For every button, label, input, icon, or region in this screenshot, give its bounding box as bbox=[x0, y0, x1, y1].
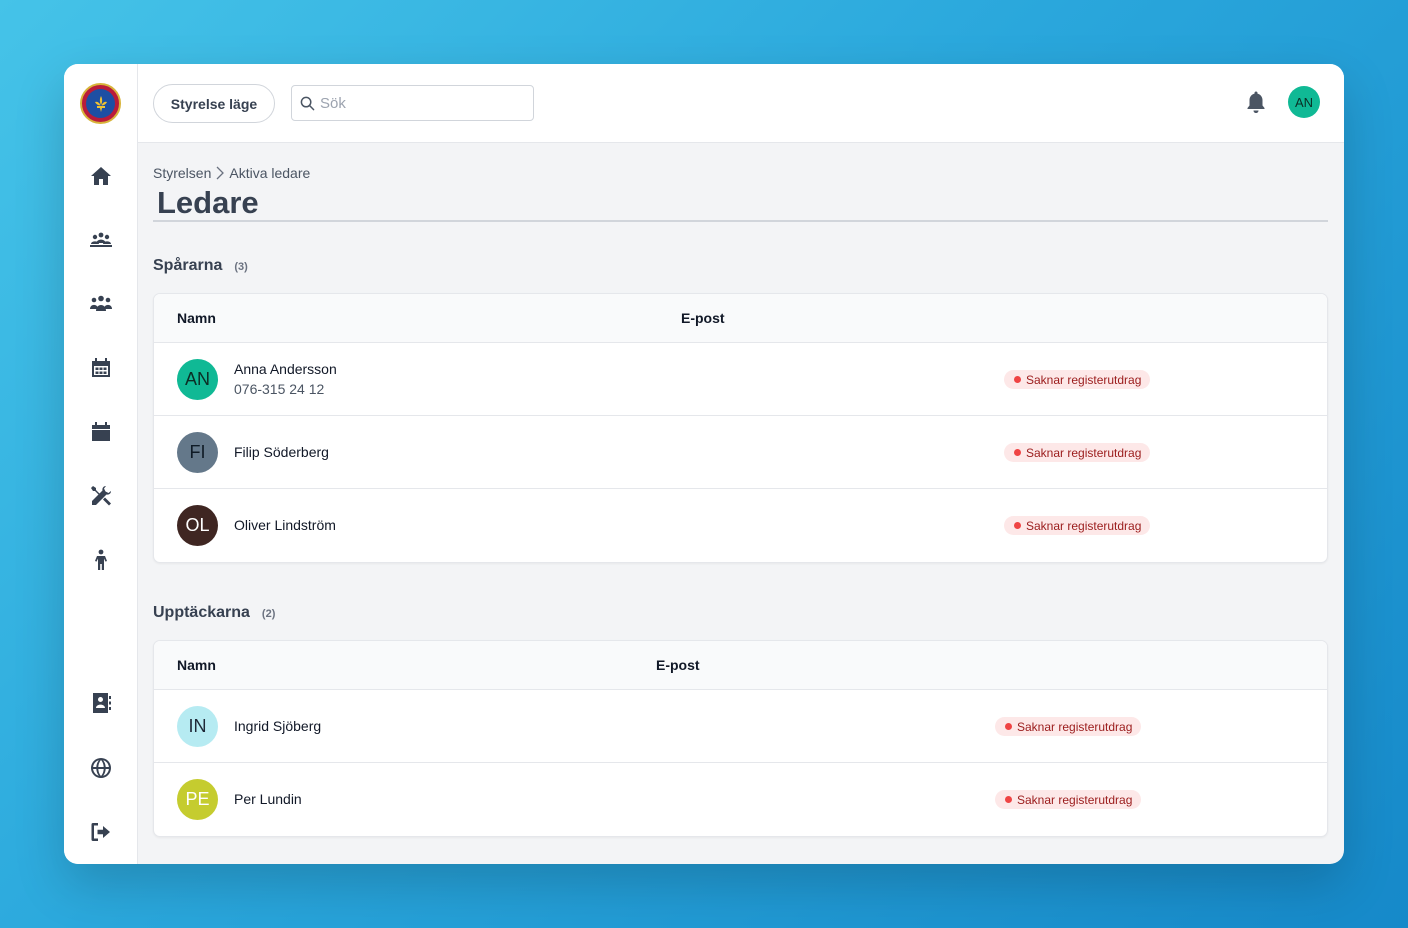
search-box bbox=[291, 85, 534, 121]
leaders-table: Namn E-post AN Anna Andersson 076-315 24… bbox=[153, 293, 1328, 563]
status-badge: Saknar registerutdrag bbox=[995, 790, 1142, 809]
member-name: Ingrid Sjöberg bbox=[234, 718, 322, 734]
notifications-button[interactable] bbox=[1245, 90, 1267, 114]
status-text: Saknar registerutdrag bbox=[1026, 518, 1142, 533]
calendar-icon bbox=[92, 422, 110, 441]
status-dot bbox=[1005, 796, 1012, 803]
status-text: Saknar registerutdrag bbox=[1026, 372, 1142, 387]
group-name: Upptäckarna bbox=[153, 604, 250, 621]
status-badge: Saknar registerutdrag bbox=[1004, 443, 1151, 462]
group-name: Spårarna bbox=[153, 257, 223, 274]
member-avatar: OL bbox=[177, 505, 218, 546]
people-icon bbox=[90, 295, 112, 311]
status-text: Saknar registerutdrag bbox=[1017, 792, 1133, 807]
chevron-right-icon bbox=[216, 166, 225, 180]
member-avatar: IN bbox=[177, 706, 218, 747]
page-title: Ledare bbox=[157, 185, 259, 220]
table-header: Namn E-post bbox=[154, 294, 1327, 343]
status-dot bbox=[1014, 449, 1021, 456]
sidebar-item-contacts[interactable] bbox=[88, 690, 114, 716]
sidebar-item-home[interactable] bbox=[88, 163, 114, 189]
sidebar-item-members[interactable] bbox=[88, 291, 114, 317]
status-badge: Saknar registerutdrag bbox=[1004, 370, 1151, 389]
table-header: Namn E-post bbox=[154, 641, 1327, 690]
fleur-de-lis-icon bbox=[94, 95, 107, 112]
leaders-table: Namn E-post IN Ingrid Sjöberg Saknar reg… bbox=[153, 640, 1328, 837]
app-window: Styrelse läge AN Styrelsen Aktiva ledare… bbox=[64, 64, 1344, 864]
status-text: Saknar registerutdrag bbox=[1026, 445, 1142, 460]
member-avatar: FI bbox=[177, 432, 218, 473]
group-heading: Upptäckarna (2) bbox=[153, 604, 275, 622]
board-mode-button[interactable]: Styrelse läge bbox=[153, 84, 275, 123]
title-divider bbox=[153, 220, 1328, 222]
member-name: Oliver Lindström bbox=[234, 517, 336, 533]
breadcrumb: Styrelsen Aktiva ledare bbox=[153, 165, 310, 181]
child-icon bbox=[95, 549, 107, 570]
home-icon bbox=[91, 167, 111, 185]
logout-icon bbox=[91, 823, 110, 841]
status-badge: Saknar registerutdrag bbox=[1004, 516, 1151, 535]
sidebar bbox=[64, 64, 138, 864]
status-dot bbox=[1005, 723, 1012, 730]
status-dot bbox=[1014, 522, 1021, 529]
column-header-name: Namn bbox=[177, 657, 216, 673]
table-row[interactable]: PE Per Lundin Saknar registerutdrag bbox=[154, 763, 1327, 836]
user-avatar[interactable]: AN bbox=[1288, 86, 1320, 118]
globe-icon bbox=[91, 758, 111, 778]
column-header-name: Namn bbox=[177, 310, 216, 326]
member-phone: 076-315 24 12 bbox=[234, 381, 325, 397]
member-name: Filip Söderberg bbox=[234, 444, 329, 460]
contact-book-icon bbox=[93, 693, 111, 713]
member-avatar: AN bbox=[177, 359, 218, 400]
group-heading: Spårarna (3) bbox=[153, 257, 248, 275]
sidebar-item-children[interactable] bbox=[88, 547, 114, 573]
logo-inner bbox=[86, 89, 115, 118]
breadcrumb-current: Aktiva ledare bbox=[229, 165, 311, 181]
sidebar-item-calendar[interactable] bbox=[88, 419, 114, 445]
status-text: Saknar registerutdrag bbox=[1017, 719, 1133, 734]
member-name: Per Lundin bbox=[234, 791, 302, 807]
sidebar-item-groups[interactable] bbox=[88, 227, 114, 253]
status-badge: Saknar registerutdrag bbox=[995, 717, 1142, 736]
sidebar-item-logout[interactable] bbox=[88, 819, 114, 845]
group-count: (2) bbox=[261, 608, 276, 620]
calendar-grid-icon bbox=[92, 358, 110, 377]
table-row[interactable]: AN Anna Andersson 076-315 24 12 Saknar r… bbox=[154, 343, 1327, 416]
bell-icon bbox=[1247, 91, 1265, 113]
column-header-email: E-post bbox=[681, 310, 725, 326]
top-bar: Styrelse läge AN bbox=[138, 64, 1344, 143]
sidebar-item-tools[interactable] bbox=[88, 483, 114, 509]
group-meeting-icon bbox=[90, 232, 112, 247]
status-dot bbox=[1014, 376, 1021, 383]
sidebar-item-schedule[interactable] bbox=[88, 355, 114, 381]
tools-icon bbox=[91, 486, 111, 506]
table-row[interactable]: IN Ingrid Sjöberg Saknar registerutdrag bbox=[154, 690, 1327, 763]
group-count: (3) bbox=[234, 261, 248, 273]
breadcrumb-parent[interactable]: Styrelsen bbox=[153, 165, 211, 181]
scout-emblem-logo[interactable] bbox=[80, 83, 121, 124]
member-name: Anna Andersson bbox=[234, 361, 337, 377]
table-row[interactable]: OL Oliver Lindström Saknar registerutdra… bbox=[154, 489, 1327, 562]
search-icon bbox=[300, 96, 315, 111]
column-header-email: E-post bbox=[656, 657, 700, 673]
member-avatar: PE bbox=[177, 779, 218, 820]
search-input[interactable] bbox=[320, 86, 525, 120]
sidebar-item-language[interactable] bbox=[88, 755, 114, 781]
table-row[interactable]: FI Filip Söderberg Saknar registerutdrag bbox=[154, 416, 1327, 489]
